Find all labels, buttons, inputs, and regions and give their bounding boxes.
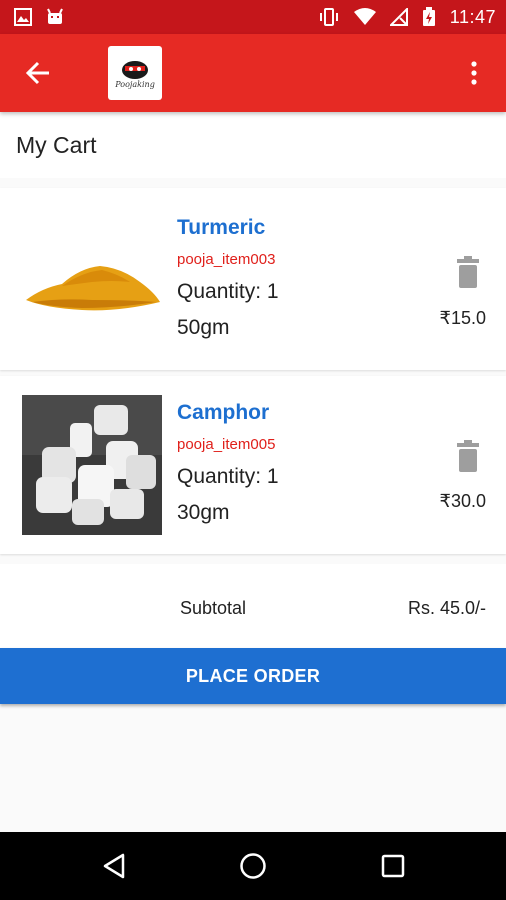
item-info: Turmeric pooja_item003 Quantity: 1 50gm bbox=[177, 214, 279, 342]
no-signal-icon bbox=[389, 8, 408, 26]
camphor-image bbox=[22, 395, 162, 535]
item-name[interactable]: Camphor bbox=[177, 399, 279, 427]
item-weight: 50gm bbox=[177, 316, 230, 339]
item-quantity: Quantity: 1 bbox=[177, 280, 279, 303]
status-bar: 11:47 bbox=[0, 0, 506, 34]
vibrate-icon bbox=[319, 8, 338, 26]
home-circle-icon bbox=[240, 853, 266, 879]
nav-back-button[interactable] bbox=[94, 850, 134, 882]
subtotal-row: Subtotal Rs. 45.0/- bbox=[0, 564, 506, 648]
wifi-icon bbox=[353, 8, 376, 25]
nav-home-button[interactable] bbox=[233, 850, 273, 882]
item-code: pooja_item003 bbox=[177, 251, 276, 268]
more-options-button[interactable] bbox=[462, 56, 486, 90]
status-right-icons: 11:47 bbox=[318, 7, 496, 28]
nav-recents-button[interactable] bbox=[373, 850, 413, 882]
back-button[interactable] bbox=[18, 56, 58, 90]
item-weight: 30gm bbox=[177, 501, 230, 524]
place-order-button[interactable]: PLACE ORDER bbox=[0, 648, 506, 704]
status-left-icons bbox=[14, 8, 64, 26]
logo-text: Poojaking bbox=[115, 80, 155, 89]
cart-item: Camphor pooja_item005 Quantity: 1 30gm ₹… bbox=[0, 376, 506, 554]
arrow-back-icon bbox=[25, 61, 49, 85]
item-price: ₹15.0 bbox=[439, 308, 487, 328]
cart-item: Turmeric pooja_item003 Quantity: 1 50gm … bbox=[0, 188, 506, 370]
battery-charging-icon bbox=[422, 7, 435, 26]
navigation-bar bbox=[0, 832, 506, 900]
app-logo: Poojaking bbox=[108, 46, 162, 100]
item-quantity: Quantity: 1 bbox=[177, 465, 279, 488]
page-title: My Cart bbox=[16, 131, 97, 158]
recents-square-icon bbox=[381, 854, 405, 878]
more-vert-icon bbox=[471, 61, 477, 85]
subtotal-value: Rs. 45.0/- bbox=[407, 598, 486, 618]
image-icon bbox=[14, 8, 32, 26]
back-triangle-icon bbox=[103, 853, 125, 879]
app-bar: Poojaking bbox=[0, 34, 506, 112]
item-name[interactable]: Turmeric bbox=[177, 214, 279, 242]
delete-icon[interactable] bbox=[454, 440, 482, 474]
page-title-bar: My Cart bbox=[0, 112, 506, 178]
delete-icon[interactable] bbox=[454, 256, 482, 290]
item-info: Camphor pooja_item005 Quantity: 1 30gm bbox=[177, 399, 279, 527]
android-icon bbox=[47, 8, 63, 24]
item-code: pooja_item005 bbox=[177, 436, 276, 453]
logo-mascot-icon bbox=[122, 61, 148, 79]
subtotal-label: Subtotal bbox=[180, 598, 247, 618]
turmeric-image bbox=[22, 208, 162, 348]
item-price: ₹30.0 bbox=[439, 491, 487, 511]
status-time: 11:47 bbox=[449, 6, 496, 27]
